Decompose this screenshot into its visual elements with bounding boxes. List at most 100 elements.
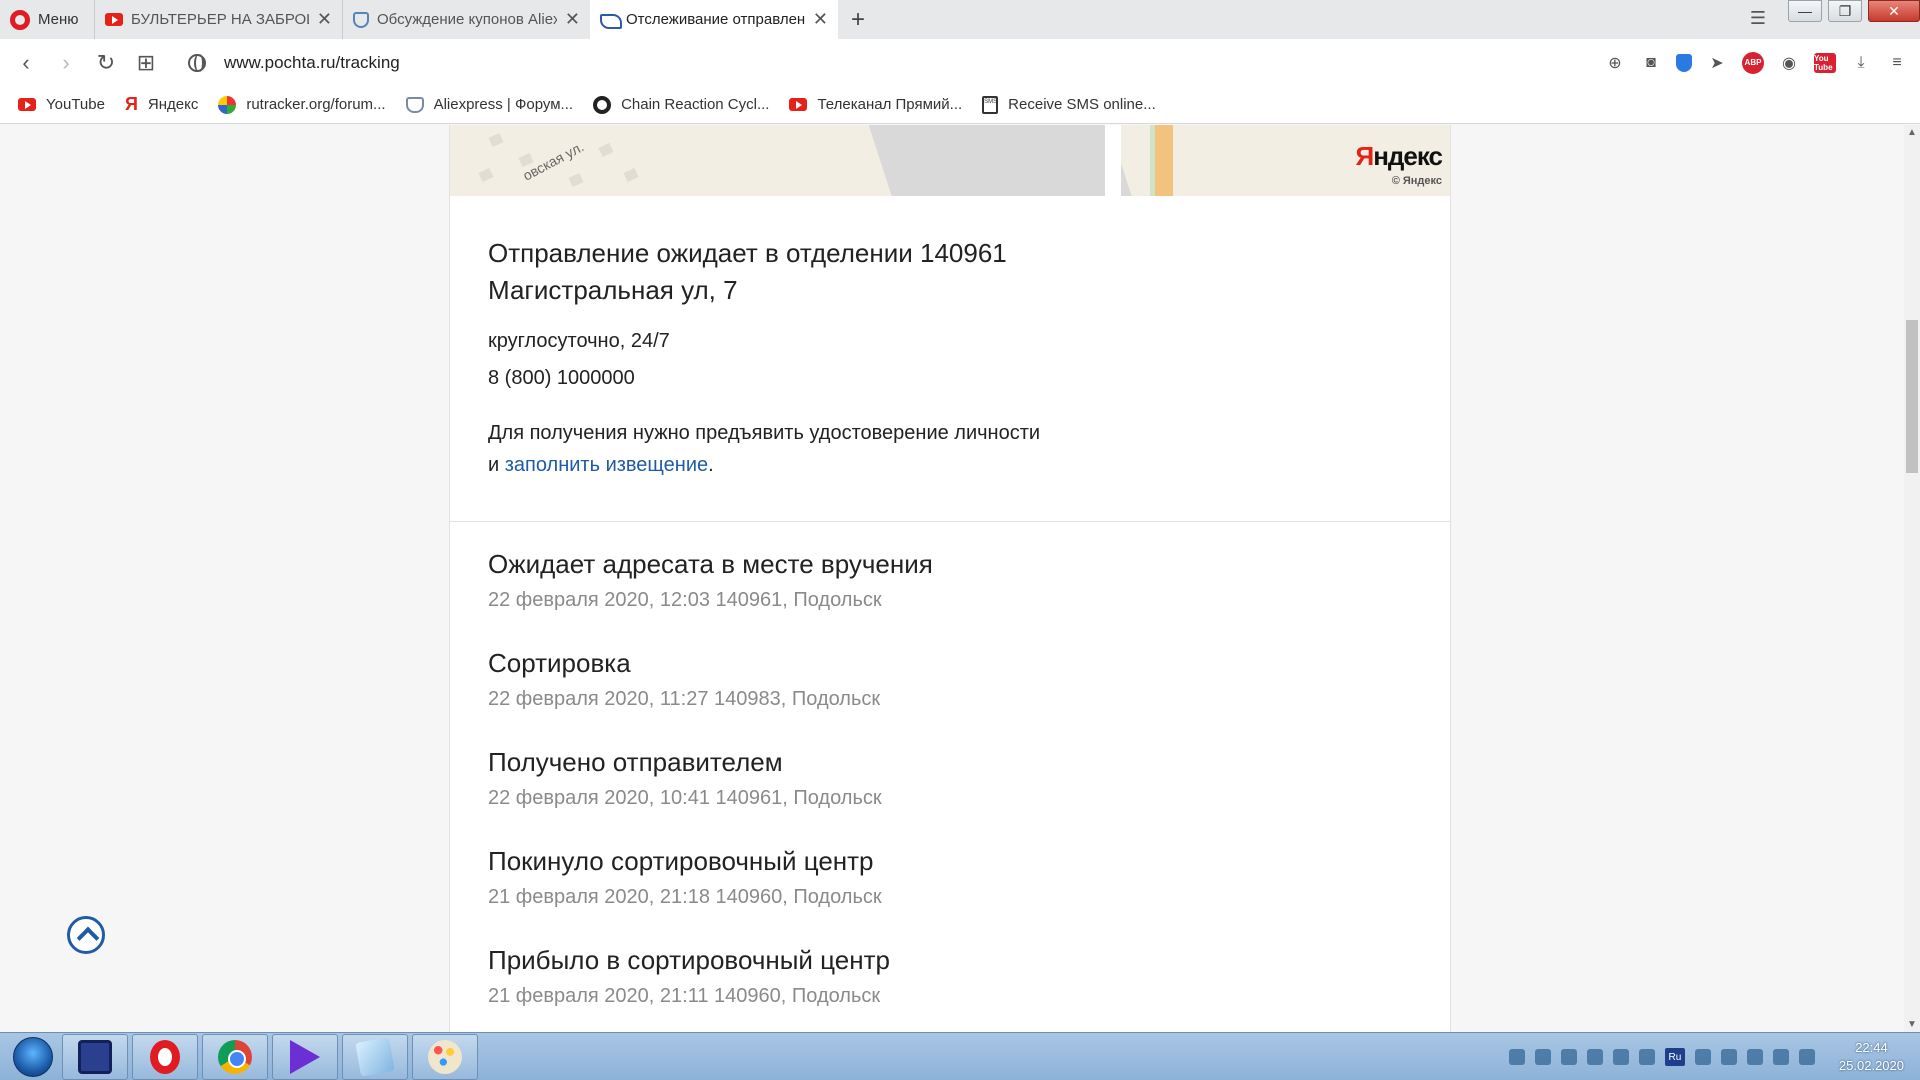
russian-post-icon: [600, 12, 622, 29]
close-icon[interactable]: ✕: [813, 9, 828, 30]
paint-palette-icon: [428, 1039, 462, 1074]
event-status: Ожидает адресата в месте вручения: [488, 549, 933, 579]
bookmark-telekanal[interactable]: Телеканал Прямий...: [789, 96, 962, 113]
address-bar: ‹ › ↻ ⊞ www.pochta.ru/tracking ⊕ ◙ ➤ ABP…: [0, 39, 1920, 86]
opera-menu-button[interactable]: Меню: [0, 0, 94, 39]
tray-app-icon[interactable]: [1612, 1049, 1629, 1065]
office-address: Магистральная ул, 7: [488, 275, 738, 305]
close-icon[interactable]: ✕: [565, 9, 580, 30]
clock[interactable]: 22:44 25.02.2020: [1839, 1039, 1904, 1075]
download-icon[interactable]: ⤓: [1850, 52, 1872, 74]
url-text[interactable]: www.pochta.ru/tracking: [224, 53, 400, 73]
office-map[interactable]: овская ул. Яндекс © Яндекс: [450, 125, 1450, 196]
tab-tracking[interactable]: Отслеживание отправлений ✕: [590, 0, 838, 39]
bookmark-yandex[interactable]: Я Яндекс: [125, 94, 198, 115]
youtube-extension-icon[interactable]: You Tube: [1814, 52, 1836, 73]
history-item: Получено отправителем 22 февраля 2020, 1…: [488, 744, 933, 843]
zoom-icon[interactable]: ⊕: [1604, 52, 1626, 74]
toolbar-icons: ⊕ ◙ ➤ ABP ◉ You Tube ⤓ ≡: [1604, 39, 1908, 86]
bookmark-rutracker[interactable]: rutracker.org/forum...: [218, 95, 386, 114]
page-viewport: овская ул. Яндекс © Яндекс Отправление о…: [0, 125, 1904, 1032]
tab-youtube[interactable]: БУЛЬТЕРЬЕР НА ЗАБРОШЕННОЙ ✕: [94, 0, 342, 39]
event-details: 22 февраля 2020, 11:27 140983, Подольск: [488, 688, 881, 710]
office-info: Отправление ожидает в отделении 140961 М…: [488, 235, 1040, 481]
camera-icon[interactable]: ◙: [1640, 52, 1662, 74]
scroll-up-icon[interactable]: ▲: [1907, 127, 1917, 138]
tab-label: БУЛЬТЕРЬЕР НА ЗАБРОШЕННОЙ: [131, 11, 309, 28]
tab-label: Обсуждение купонов Aliexpress: [377, 11, 557, 28]
language-indicator[interactable]: Ru: [1664, 1048, 1685, 1066]
office-hours: круглосуточно, 24/7: [488, 330, 670, 352]
tab-label: Отслеживание отправлений: [626, 11, 805, 28]
tab-menu-icon[interactable]: ☰: [1740, 0, 1776, 36]
speaker-icon[interactable]: [1694, 1049, 1711, 1065]
nvidia-icon[interactable]: [1508, 1049, 1525, 1065]
windows-logo-icon: [13, 1036, 53, 1077]
adblock-plus-icon[interactable]: ABP: [1742, 51, 1764, 74]
start-button[interactable]: [8, 1034, 58, 1080]
system-tray: Ru 22:44 25.02.2020: [1508, 1033, 1904, 1080]
close-icon[interactable]: ✕: [317, 9, 332, 30]
forward-icon[interactable]: ›: [46, 43, 86, 83]
youtube-icon: [105, 13, 123, 26]
fill-notice-link[interactable]: заполнить извещение: [505, 454, 708, 476]
page-scrollbar[interactable]: ▲ ▼: [1904, 125, 1920, 1032]
opera-icon: [150, 1039, 180, 1074]
maximize-button[interactable]: ❐: [1828, 0, 1862, 22]
taskbar-save-app[interactable]: [62, 1033, 128, 1080]
speed-dial-icon[interactable]: ⊞: [126, 43, 166, 83]
new-tab-button[interactable]: +: [838, 0, 878, 39]
bookmark-chain-reaction[interactable]: Chain Reaction Cycl...: [593, 95, 769, 114]
tray-app-icon[interactable]: [1720, 1049, 1737, 1065]
history-item: Ожидает адресата в месте вручения 22 фев…: [488, 546, 933, 645]
youtube-icon: [18, 98, 36, 111]
taskbar-opera[interactable]: [132, 1033, 198, 1080]
minimize-button[interactable]: —: [1788, 0, 1822, 22]
scroll-to-top-button[interactable]: [67, 916, 105, 954]
close-window-button[interactable]: ✕: [1868, 0, 1920, 22]
tray-app-icon[interactable]: [1638, 1049, 1655, 1065]
map-copyright: © Яндекс: [1391, 175, 1442, 187]
volume-icon[interactable]: [1798, 1049, 1815, 1065]
taskbar-chrome[interactable]: [202, 1033, 268, 1080]
clock-time: 22:44: [1855, 1040, 1888, 1055]
forum-icon: [353, 11, 369, 28]
tab-aliexpress-forum[interactable]: Обсуждение купонов Aliexpress ✕: [342, 0, 590, 39]
office-title: Отправление ожидает в отделении 140961: [488, 238, 1007, 268]
lightbulb-icon[interactable]: ◉: [1778, 52, 1800, 74]
windows-taskbar: Ru 22:44 25.02.2020: [0, 1032, 1920, 1080]
bookmarks-bar: YouTube Я Яндекс rutracker.org/forum... A…: [0, 86, 1920, 124]
globe-icon: [188, 53, 206, 72]
chain-reaction-icon: [593, 95, 612, 114]
tab-strip: Меню БУЛЬТЕРЬЕР НА ЗАБРОШЕННОЙ ✕ Обсужде…: [0, 0, 1920, 39]
taskbar-media-player[interactable]: [272, 1033, 338, 1080]
wifi-icon[interactable]: [1586, 1049, 1603, 1065]
bookmark-aliexpress-forum[interactable]: Aliexpress | Форум...: [405, 96, 573, 113]
reload-icon[interactable]: ↻: [86, 43, 126, 83]
easy-setup-icon[interactable]: ≡: [1886, 52, 1908, 74]
rutracker-icon: [218, 95, 237, 114]
notepad-icon: [355, 1036, 395, 1077]
scrollbar-thumb[interactable]: [1906, 320, 1918, 473]
event-status: Сортировка: [488, 648, 631, 678]
office-phone: 8 (800) 1000000: [488, 367, 635, 389]
menu-label: Меню: [38, 11, 79, 28]
taskbar-paint[interactable]: [412, 1033, 478, 1080]
tray-app-icon[interactable]: [1746, 1049, 1763, 1065]
vpn-shield-icon[interactable]: [1676, 53, 1692, 72]
tray-app-icon[interactable]: [1534, 1049, 1551, 1065]
taskbar-notes[interactable]: [342, 1033, 408, 1080]
back-icon[interactable]: ‹: [6, 43, 46, 83]
url-field[interactable]: www.pochta.ru/tracking: [188, 53, 400, 73]
history-item: Сортировка 22 февраля 2020, 11:27 140983…: [488, 645, 933, 744]
send-icon[interactable]: ➤: [1706, 52, 1728, 74]
scroll-down-icon[interactable]: ▼: [1907, 1019, 1917, 1030]
bookmark-youtube[interactable]: YouTube: [18, 96, 105, 113]
clock-date: 25.02.2020: [1838, 1058, 1904, 1073]
tray-app-icon[interactable]: [1560, 1049, 1577, 1065]
chrome-icon: [218, 1039, 252, 1074]
signal-icon[interactable]: [1772, 1049, 1789, 1065]
event-details: 22 февраля 2020, 12:03 140961, Подольск: [488, 589, 882, 611]
bookmark-receive-sms[interactable]: SMS Receive SMS online...: [982, 95, 1156, 114]
divider: [450, 521, 1450, 522]
